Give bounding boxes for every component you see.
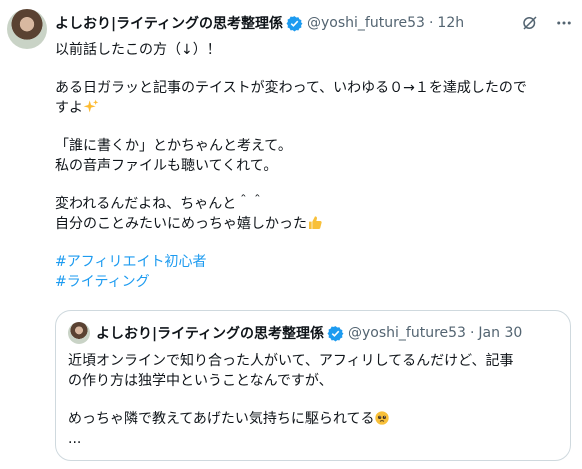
tweet-text: 以前話したこの方（↓）！ ある日ガラッと記事のテイストが変わって、いわゆる０→１… <box>55 40 575 292</box>
quoted-line: 近頃オンラインで知り合った人がいて、アフィリしてるんだけど、記事 <box>68 353 514 369</box>
tweet-line: 自分のことみたいにめっちゃ嬉しかった <box>55 216 307 232</box>
tweet-line: すよ <box>55 100 83 116</box>
tweet-header: よしおり|ライティングの思考整理係 @yoshi_future53 · 12h <box>55 12 574 34</box>
sparkles-emoji <box>83 99 99 113</box>
tweet-line: 変われるんだよね、ちゃんと＾＾ <box>55 196 265 212</box>
hashtag-link[interactable]: #アフィリエイト初心者 <box>55 252 575 272</box>
author-handle[interactable]: @yoshi_future53 <box>307 15 425 31</box>
quoted-author-avatar <box>68 322 90 344</box>
header-actions <box>520 13 574 33</box>
quoted-line: ... <box>68 431 82 447</box>
quoted-author-name: よしおり|ライティングの思考整理係 <box>96 326 324 342</box>
grok-icon[interactable] <box>520 13 540 33</box>
timestamp[interactable]: 12h <box>437 15 464 31</box>
separator-dot: · <box>428 15 434 31</box>
thumbs-up-emoji <box>309 216 322 229</box>
tweet-line-with-emoji: すよ <box>55 98 575 118</box>
verified-badge-icon <box>327 325 344 341</box>
more-icon[interactable] <box>554 13 574 33</box>
pleading-face-emoji <box>375 411 390 425</box>
hashtag-link[interactable]: #ライティング <box>55 272 575 292</box>
author-avatar[interactable] <box>7 9 47 49</box>
quoted-tweet-header: よしおり|ライティングの思考整理係 @yoshi_future53 · Jan … <box>96 322 560 344</box>
quoted-timestamp: Jan 30 <box>478 325 523 341</box>
quoted-tweet-card[interactable]: よしおり|ライティングの思考整理係 @yoshi_future53 · Jan … <box>55 310 571 461</box>
quoted-tweet-text: 近頃オンラインで知り合った人がいて、アフィリしてるんだけど、記事 の作り方は独学… <box>68 351 558 449</box>
tweet-line-with-emoji: 自分のことみたいにめっちゃ嬉しかった <box>55 214 575 234</box>
tweet-line: 「誰に書くか」とかちゃんと考えて。 <box>55 138 292 154</box>
author-name[interactable]: よしおり|ライティングの思考整理係 <box>55 13 283 33</box>
separator-dot: · <box>469 325 475 341</box>
verified-badge-icon[interactable] <box>286 15 303 32</box>
quoted-line: めっちゃ隣で教えてあげたい気持ちに駆られてる <box>68 411 375 427</box>
quoted-author-handle: @yoshi_future53 <box>348 325 466 341</box>
quoted-line-with-emoji: めっちゃ隣で教えてあげたい気持ちに駆られてる <box>68 409 558 429</box>
quoted-line: の作り方は独学中ということなんですが、 <box>68 373 333 389</box>
tweet-line: 私の音声ファイルも聴いてくれて。 <box>55 158 278 174</box>
tweet-line: ある日ガラッと記事のテイストが変わって、いわゆる０→１を達成したので <box>55 80 527 96</box>
tweet-line: 以前話したこの方（↓）！ <box>55 42 221 58</box>
